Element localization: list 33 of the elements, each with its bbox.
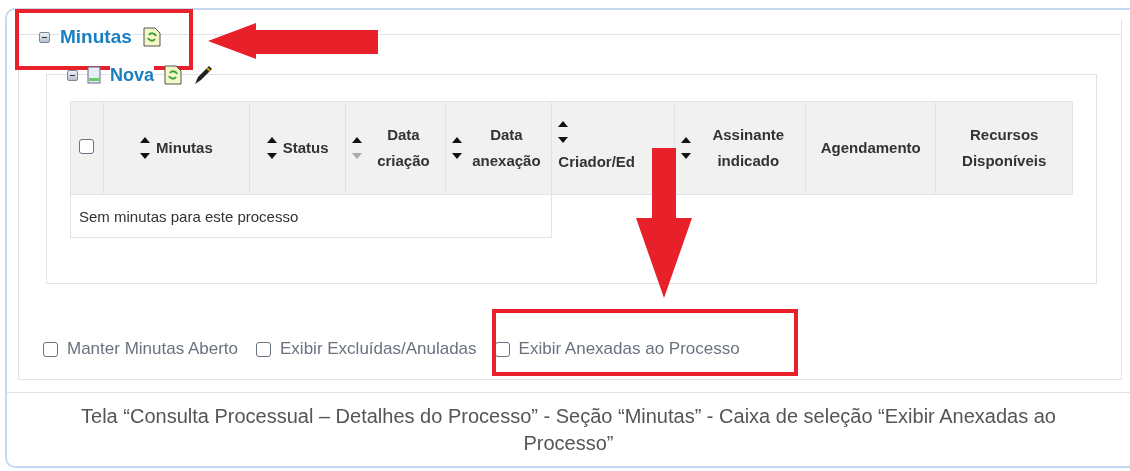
checkbox-option[interactable]: Exibir Anexadas ao Processo: [494, 339, 740, 359]
pen-icon[interactable]: [192, 64, 214, 86]
sort-down-icon[interactable]: [140, 153, 151, 159]
refresh-icon[interactable]: [163, 65, 183, 85]
column-header[interactable]: Minutas: [103, 101, 250, 195]
checkbox[interactable]: [43, 341, 58, 357]
column-header[interactable]: Assinante indicado: [674, 101, 806, 195]
column-header: Recursos Disponíveis: [935, 101, 1073, 195]
collapse-icon[interactable]: [39, 31, 50, 43]
collapse-icon[interactable]: [67, 69, 78, 81]
checkbox-option[interactable]: Exibir Excluídas/Anuladas: [256, 339, 477, 359]
sort-up-icon[interactable]: [352, 137, 363, 143]
sort-up-icon[interactable]: [681, 137, 692, 143]
column-header[interactable]: Criador/Ed: [551, 101, 675, 195]
column-header[interactable]: Data criação: [345, 101, 446, 195]
sort-down-icon[interactable]: [451, 153, 462, 159]
refresh-icon[interactable]: [141, 27, 162, 47]
caption: Tela “Consulta Processual – Detalhes do Processo” - Seção “Minutas” - Caixa de seleção “Exibir Anexadas ao Processo”: [7, 392, 1130, 466]
sort-up-icon[interactable]: [266, 137, 277, 143]
sort-up-icon[interactable]: [451, 137, 462, 143]
sort-up-icon[interactable]: [140, 137, 151, 143]
checkbox-option[interactable]: Manter Minutas Aberto: [43, 339, 239, 359]
sort-down-icon[interactable]: [266, 153, 277, 159]
sort-down-icon[interactable]: [558, 137, 569, 143]
checkbox[interactable]: [79, 139, 95, 154]
document-icon: [87, 66, 101, 84]
empty-message: Sem minutas para este processo: [70, 194, 552, 238]
column-header[interactable]: Data anexação: [445, 101, 552, 195]
sort-up-icon[interactable]: [558, 121, 569, 127]
checkbox[interactable]: [256, 341, 272, 357]
column-header[interactable]: Status: [249, 101, 346, 195]
column-header: Agendamento: [805, 101, 936, 195]
sort-down-icon[interactable]: [681, 153, 692, 159]
